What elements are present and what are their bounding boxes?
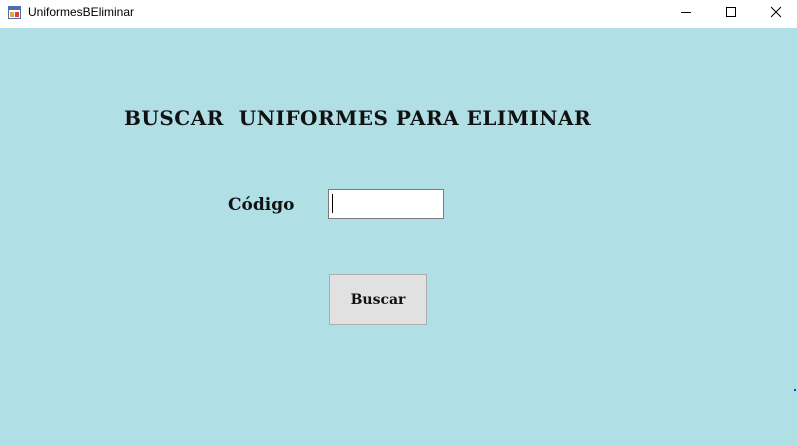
page-title: BUSCAR UNIFORMES PARA ELIMINAR — [124, 106, 592, 130]
close-icon — [770, 5, 782, 23]
minimize-button[interactable] — [663, 0, 709, 28]
codigo-label: Código — [228, 195, 295, 215]
minimize-icon — [680, 5, 692, 23]
maximize-button[interactable] — [708, 0, 754, 28]
close-button[interactable] — [753, 0, 797, 28]
buscar-button[interactable]: Buscar — [329, 274, 427, 325]
app-window: UniformesBEliminar BUSCAR UNIFORMES PARA… — [0, 0, 797, 445]
title-bar[interactable]: UniformesBEliminar — [0, 0, 797, 28]
codigo-input[interactable] — [328, 189, 444, 219]
maximize-icon — [725, 5, 737, 23]
app-icon — [8, 6, 21, 19]
window-title: UniformesBEliminar — [28, 5, 135, 19]
stray-pixel — [794, 389, 796, 391]
text-caret — [332, 194, 333, 213]
